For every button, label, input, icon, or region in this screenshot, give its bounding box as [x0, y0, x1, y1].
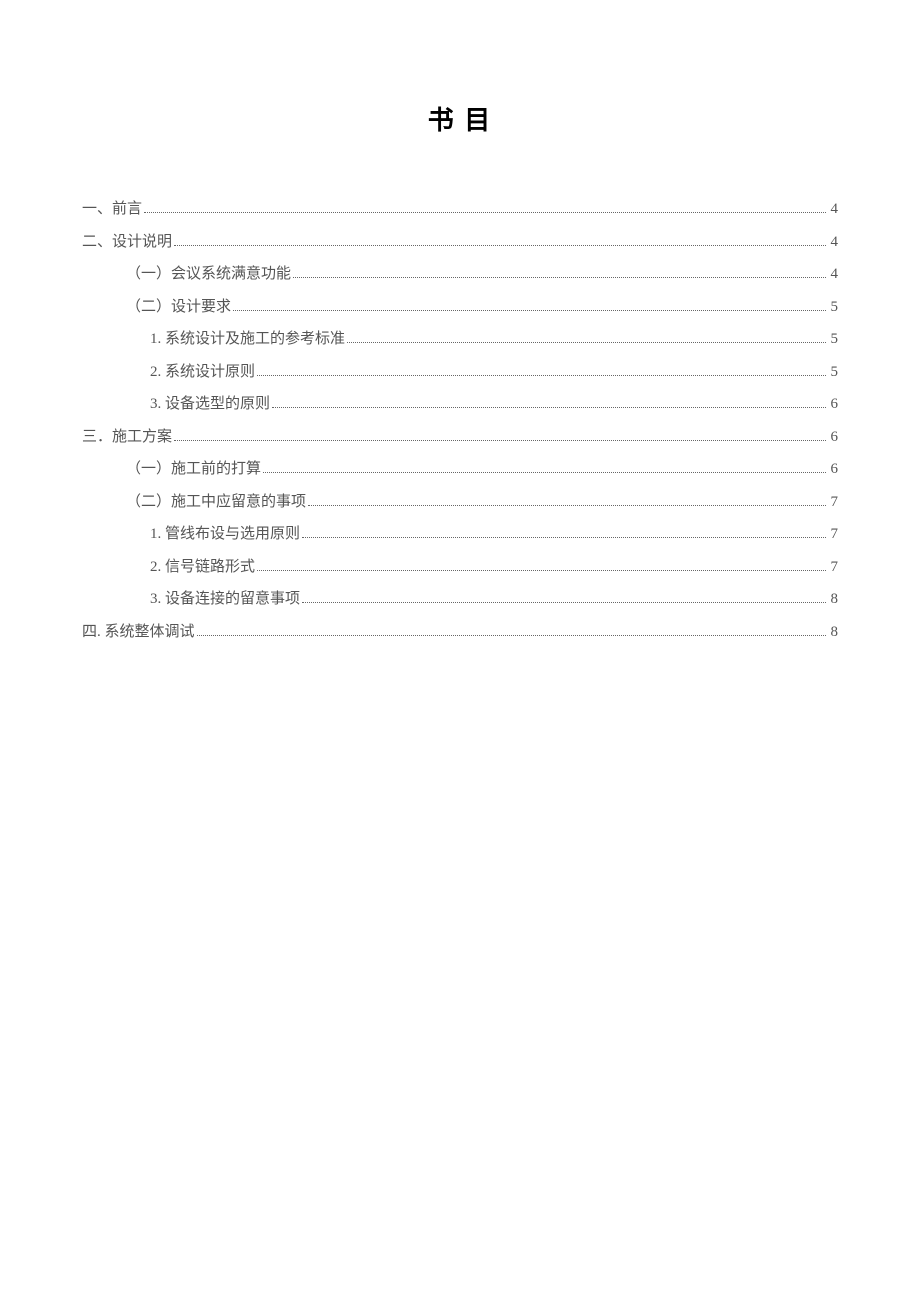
toc-entry-label: 3. 设备选型的原则 — [150, 392, 270, 416]
toc-leader-dots — [272, 407, 825, 408]
toc-leader-dots — [263, 472, 825, 473]
toc-entry-page: 7 — [829, 490, 839, 514]
document-page: 书 目 一、前言4二、设计说明4（一）会议系统满意功能4（二）设计要求51. 系… — [0, 0, 920, 644]
toc-entry-label: 四. 系统整体调试 — [82, 620, 195, 644]
toc-leader-dots — [174, 245, 825, 246]
page-title: 书 目 — [82, 100, 838, 137]
toc-leader-dots — [347, 342, 825, 343]
toc-leader-dots — [308, 505, 825, 506]
toc-entry[interactable]: 1. 管线布设与选用原则 7 — [82, 522, 838, 546]
toc-entry-label: （一）会议系统满意功能 — [126, 262, 291, 286]
toc-entry[interactable]: 3. 设备连接的留意事项 8 — [82, 587, 838, 611]
toc-entry-label: 1. 系统设计及施工的参考标准 — [150, 327, 345, 351]
toc-entry[interactable]: 2. 信号链路形式 7 — [82, 555, 838, 579]
toc-entry-label: 2. 信号链路形式 — [150, 555, 255, 579]
toc-entry[interactable]: 四. 系统整体调试 8 — [82, 620, 838, 644]
toc-leader-dots — [233, 310, 825, 311]
toc-leader-dots — [293, 277, 825, 278]
toc-entry[interactable]: （一）施工前的打算 6 — [82, 457, 838, 481]
toc-entry-page: 6 — [829, 392, 839, 416]
toc-entry-page: 8 — [829, 620, 839, 644]
toc-entry[interactable]: （一）会议系统满意功能 4 — [82, 262, 838, 286]
toc-entry-label: 2. 系统设计原则 — [150, 360, 255, 384]
toc-entry[interactable]: （二）施工中应留意的事项 7 — [82, 490, 838, 514]
toc-entry-page: 8 — [829, 587, 839, 611]
toc-entry[interactable]: （二）设计要求 5 — [82, 295, 838, 319]
toc-entry[interactable]: 三．施工方案 6 — [82, 425, 838, 449]
toc-leader-dots — [302, 602, 825, 603]
toc-entry-page: 7 — [829, 555, 839, 579]
toc-entry-label: 3. 设备连接的留意事项 — [150, 587, 300, 611]
toc-leader-dots — [302, 537, 825, 538]
toc-entry-page: 5 — [829, 295, 839, 319]
toc-entry-page: 4 — [829, 262, 839, 286]
toc-entry-label: 1. 管线布设与选用原则 — [150, 522, 300, 546]
toc-entry-page: 6 — [829, 457, 839, 481]
toc-entry[interactable]: 二、设计说明 4 — [82, 230, 838, 254]
toc-entry[interactable]: 1. 系统设计及施工的参考标准 5 — [82, 327, 838, 351]
toc-entry-label: （二）设计要求 — [126, 295, 231, 319]
toc-entry-page: 4 — [829, 230, 839, 254]
toc-leader-dots — [174, 440, 825, 441]
toc-entry[interactable]: 2. 系统设计原则 5 — [82, 360, 838, 384]
toc-entry-label: 二、设计说明 — [82, 230, 172, 254]
toc-entry-label: 三．施工方案 — [82, 425, 172, 449]
toc-entry-page: 4 — [829, 197, 839, 221]
toc-entry[interactable]: 一、前言 4 — [82, 197, 838, 221]
toc-entry-page: 7 — [829, 522, 839, 546]
toc-entry-label: （二）施工中应留意的事项 — [126, 490, 306, 514]
toc-entry-page: 6 — [829, 425, 839, 449]
toc-leader-dots — [197, 635, 826, 636]
toc-entry-label: 一、前言 — [82, 197, 142, 221]
toc-entry-page: 5 — [829, 360, 839, 384]
toc-entry[interactable]: 3. 设备选型的原则 6 — [82, 392, 838, 416]
toc-leader-dots — [257, 375, 825, 376]
toc-entry-page: 5 — [829, 327, 839, 351]
toc-leader-dots — [257, 570, 825, 571]
toc-entry-label: （一）施工前的打算 — [126, 457, 261, 481]
table-of-contents: 一、前言4二、设计说明4（一）会议系统满意功能4（二）设计要求51. 系统设计及… — [82, 197, 838, 644]
toc-leader-dots — [144, 212, 825, 213]
